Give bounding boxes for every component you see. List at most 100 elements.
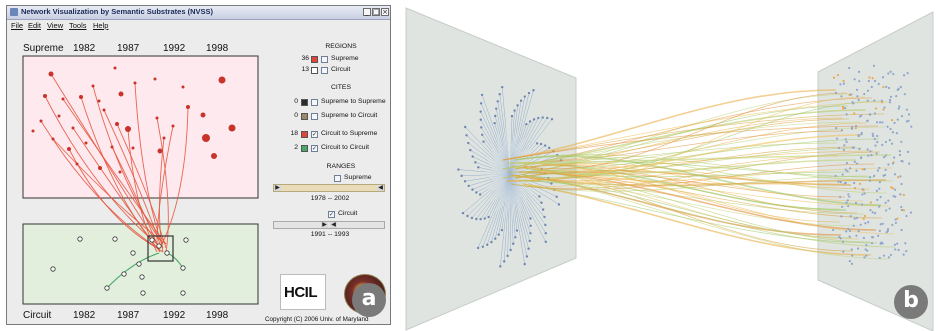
cluster-node: [858, 80, 861, 83]
tree-leaf: [527, 91, 531, 95]
regions-circuit-swatch[interactable]: [311, 67, 318, 74]
cluster-node: [859, 223, 862, 226]
supreme-node: [31, 129, 35, 133]
cluster-node: [869, 201, 872, 204]
slider-right-arrow-icon[interactable]: ◀: [377, 185, 384, 191]
cluster-node: [850, 125, 854, 129]
cluster-node: [910, 125, 913, 128]
cites-supreme-circuit-checkbox[interactable]: [311, 113, 318, 120]
cites-supreme-supreme-swatch[interactable]: [301, 99, 308, 106]
range-supreme-checkbox[interactable]: [334, 175, 341, 182]
cluster-node: [848, 66, 851, 70]
cluster-node: [905, 214, 908, 218]
cluster-node: [862, 236, 865, 240]
cluster-node: [846, 170, 849, 173]
tree-leaf: [500, 228, 504, 232]
cluster-node: [872, 64, 876, 67]
3d-network-view[interactable]: b: [398, 0, 940, 331]
cluster-node: [865, 243, 868, 247]
supreme-node: [118, 91, 124, 97]
cluster-node: [884, 201, 887, 205]
cluster-node: [877, 82, 880, 86]
cluster-node: [845, 230, 848, 233]
cluster-node: [841, 240, 845, 243]
supreme-node: [125, 126, 131, 132]
3d-scene[interactable]: [398, 0, 940, 331]
cluster-node: [851, 254, 854, 257]
supreme-node: [157, 148, 163, 154]
cluster-node: [857, 99, 860, 102]
cluster-node: [887, 199, 890, 202]
tree-leaf: [512, 242, 515, 245]
cluster-node: [899, 85, 902, 89]
cluster-node: [907, 113, 911, 116]
cluster-node: [894, 248, 897, 251]
cluster-node: [853, 187, 857, 190]
supreme-node: [39, 119, 43, 123]
slider-left-arrow-icon[interactable]: ▶: [274, 185, 281, 191]
cluster-node: [862, 188, 865, 192]
cluster-node: [891, 131, 894, 134]
cluster-node: [898, 153, 902, 157]
slider-right-arrow-icon[interactable]: ◀: [330, 222, 337, 228]
supreme-node: [211, 153, 217, 159]
supreme-node: [186, 105, 190, 109]
tree-leaf: [509, 248, 512, 252]
cites-supreme-supreme-checkbox[interactable]: [311, 99, 318, 106]
cluster-node: [846, 199, 849, 202]
tree-leaf: [543, 144, 547, 147]
cluster-node: [856, 95, 859, 98]
cluster-node: [873, 137, 877, 141]
cluster-node: [892, 72, 895, 76]
cluster-node: [899, 175, 902, 178]
tree-leaf: [480, 133, 484, 136]
cluster-node: [888, 98, 892, 102]
regions-header: REGIONS: [325, 43, 357, 50]
cluster-node: [848, 229, 852, 233]
circuit-range-slider[interactable]: ▶ ◀: [273, 221, 385, 229]
cluster-node: [905, 120, 909, 123]
supreme-range-slider[interactable]: ▶ ◀: [273, 184, 385, 192]
supreme-node: [79, 95, 83, 99]
cites-circuit-supreme-checkbox[interactable]: ✓: [311, 131, 318, 138]
cluster-node: [864, 222, 867, 225]
cluster-node: [878, 205, 881, 208]
regions-circuit-checkbox[interactable]: [321, 67, 328, 74]
tree-leaf: [476, 246, 480, 250]
regions-supreme-checkbox[interactable]: [321, 56, 328, 63]
cluster-node: [834, 174, 837, 177]
tree-leaf: [457, 168, 460, 171]
tree-leaf: [463, 180, 467, 183]
cluster-node: [868, 113, 871, 116]
cluster-node: [845, 113, 848, 116]
range-circuit-checkbox[interactable]: ✓: [328, 211, 335, 218]
cluster-node: [839, 180, 842, 184]
cluster-node: [847, 193, 850, 196]
cluster-node: [873, 174, 876, 177]
cluster-node: [850, 127, 854, 130]
tree-leaf: [548, 146, 551, 150]
cites-supreme-circuit-swatch[interactable]: [301, 113, 308, 120]
cluster-node: [850, 93, 853, 96]
cites-circuit-supreme-swatch[interactable]: [301, 131, 308, 138]
cluster-node: [850, 248, 853, 251]
cluster-node: [898, 150, 901, 153]
cluster-node: [844, 168, 847, 171]
tree-leaf: [543, 215, 546, 219]
cluster-node: [886, 229, 889, 233]
cluster-node: [889, 127, 892, 131]
cluster-node: [872, 134, 875, 138]
slider-left-arrow-icon[interactable]: ▶: [321, 222, 328, 228]
cluster-node: [860, 156, 863, 160]
circuit-node: [121, 271, 127, 277]
regions-supreme-swatch[interactable]: [311, 56, 318, 63]
cluster-node: [881, 242, 884, 245]
tree-leaf: [461, 211, 465, 215]
tree-leaf: [487, 215, 490, 219]
circuit-node: [180, 290, 186, 296]
cluster-node: [885, 209, 888, 212]
cluster-node: [844, 138, 847, 141]
cites-circuit-circuit-checkbox[interactable]: ✓: [311, 145, 318, 152]
cluster-node: [854, 126, 857, 130]
cites-circuit-circuit-swatch[interactable]: [301, 145, 308, 152]
